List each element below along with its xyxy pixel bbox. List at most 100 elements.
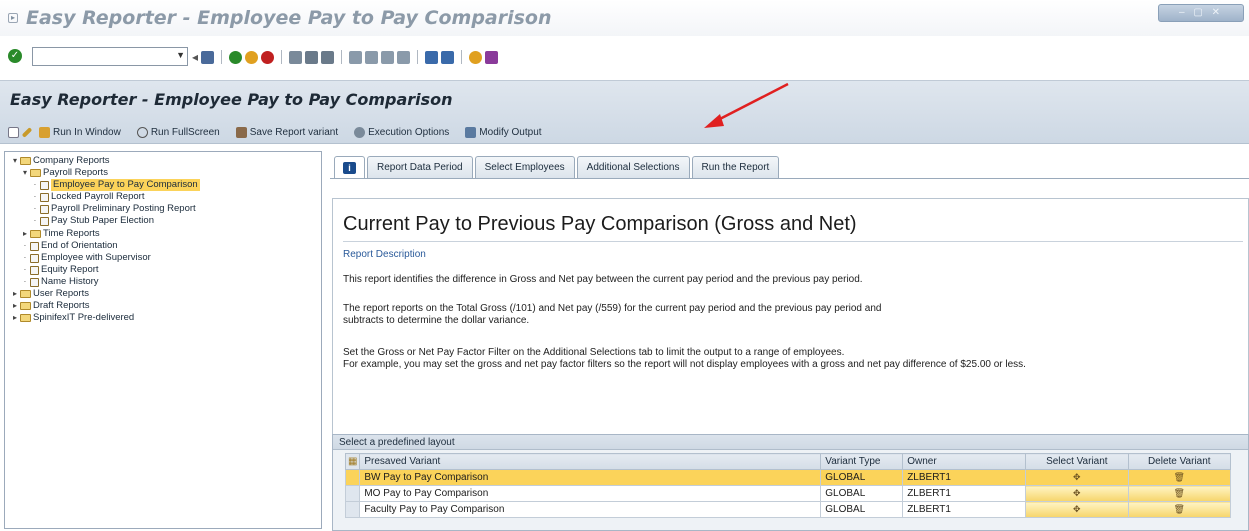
tree-bullet-icon: ·: [23, 241, 27, 250]
table-row[interactable]: Faculty Pay to Pay Comparison GLOBAL ZLB…: [344, 501, 1232, 518]
shortcut-icon[interactable]: [441, 50, 455, 64]
info-icon: i: [343, 161, 356, 174]
select-variant-button[interactable]: ✥: [1025, 469, 1129, 486]
table-row[interactable]: BW Pay to Pay Comparison GLOBAL ZLBERT1 …: [344, 469, 1232, 486]
report-detail-area: i Report Data Period Select Employees Ad…: [324, 151, 1249, 531]
variant-owner: ZLBERT1: [902, 469, 1027, 486]
col-header-owner[interactable]: Owner: [902, 453, 1027, 470]
folder-icon: [20, 302, 31, 310]
tree-report-item[interactable]: · Locked Payroll Report: [31, 191, 145, 203]
layout-menu-icon[interactable]: [485, 50, 499, 64]
delete-variant-button[interactable]: 🗑: [1127, 485, 1232, 502]
tab-run-the-report[interactable]: Run the Report: [691, 156, 780, 178]
col-header-variant-type[interactable]: Variant Type: [820, 453, 904, 470]
row-selector[interactable]: [344, 485, 361, 502]
row-selector[interactable]: [344, 469, 361, 486]
run-fullscreen-label: Run FullScreen: [150, 126, 220, 138]
delete-variant-button[interactable]: 🗑: [1127, 469, 1232, 486]
find-icon[interactable]: [305, 50, 319, 64]
chevron-down-icon[interactable]: ▼: [176, 50, 185, 60]
tree-bullet-icon: ·: [33, 192, 37, 201]
row-selector[interactable]: [344, 501, 361, 518]
report-icon: [40, 204, 49, 214]
find-next-icon[interactable]: [321, 50, 335, 64]
report-info-panel: Current Pay to Previous Pay Comparison (…: [332, 198, 1249, 444]
description-paragraph: For example, you may set the gross and n…: [343, 359, 1026, 370]
save-report-variant-button[interactable]: Save Report variant: [235, 126, 339, 138]
new-icon-button[interactable]: [8, 126, 19, 138]
tree-folder[interactable]: ▸ SpinifexIT Pre-delivered: [11, 312, 134, 324]
folder-icon: [30, 169, 41, 177]
tree-item-label: Employee with Supervisor: [41, 252, 151, 263]
tab-select-employees[interactable]: Select Employees: [474, 156, 575, 178]
expand-right-icon[interactable]: ▸: [11, 312, 19, 324]
back-icon[interactable]: [229, 50, 243, 64]
save-icon[interactable]: [201, 50, 215, 64]
enter-icon[interactable]: ✓: [8, 49, 22, 63]
run-in-window-button[interactable]: Run In Window: [39, 126, 121, 138]
window-menu-icon[interactable]: ▸: [8, 13, 18, 23]
table-row[interactable]: MO Pay to Pay Comparison GLOBAL ZLBERT1 …: [344, 485, 1232, 502]
run-in-window-label: Run In Window: [53, 126, 121, 138]
run-fullscreen-button[interactable]: Run FullScreen: [136, 126, 220, 138]
tree-report-item[interactable]: · Pay Stub Paper Election: [31, 215, 154, 227]
window-controls[interactable]: – ▢ ✕: [1158, 4, 1244, 22]
tree-item-label: SpinifexIT Pre-delivered: [33, 312, 135, 323]
execution-options-button[interactable]: Execution Options: [354, 126, 449, 138]
tree-report-item[interactable]: · Employee with Supervisor: [21, 252, 151, 264]
first-page-icon[interactable]: [349, 50, 363, 64]
tree-report-item[interactable]: · Payroll Preliminary Posting Report: [31, 203, 196, 215]
tree-item-label: Employee Pay to Pay Comparison: [51, 179, 200, 191]
expand-right-icon[interactable]: ▸: [11, 288, 19, 300]
modify-output-icon: [465, 126, 477, 138]
tree-folder[interactable]: ▾ Company Reports: [11, 155, 110, 167]
select-variant-button[interactable]: ✥: [1025, 501, 1129, 518]
tree-folder[interactable]: ▾ Payroll Reports: [21, 167, 108, 179]
report-icon: [30, 253, 39, 263]
command-field[interactable]: ▼: [32, 47, 188, 66]
tree-folder[interactable]: ▸ Draft Reports: [11, 300, 90, 312]
tab-report-data-period[interactable]: Report Data Period: [367, 156, 473, 178]
expand-right-icon[interactable]: ▸: [21, 228, 29, 240]
previous-page-icon[interactable]: [365, 50, 379, 64]
expand-down-icon[interactable]: ▾: [21, 167, 29, 179]
tree-report-item[interactable]: · End of Orientation: [21, 240, 118, 252]
save-report-variant-label: Save Report variant: [249, 126, 339, 138]
system-toolbar: ✓ ▼ ◂: [0, 36, 1249, 80]
variant-name: Faculty Pay to Pay Comparison: [359, 501, 822, 518]
col-header-presaved-variant[interactable]: Presaved Variant: [359, 453, 822, 470]
folder-icon: [30, 230, 41, 238]
tree-item-label: Equity Report: [41, 264, 99, 275]
tree-folder[interactable]: ▸ Time Reports: [21, 228, 100, 240]
back-arrow-icon[interactable]: ◂: [192, 50, 198, 64]
next-page-icon[interactable]: [381, 50, 395, 64]
layout-header: Select a predefined layout: [333, 435, 1248, 450]
folder-icon: [20, 314, 31, 322]
col-header-delete-variant[interactable]: Delete Variant: [1127, 453, 1232, 470]
tree-item-label: Time Reports: [43, 228, 100, 239]
tree-report-item[interactable]: · Equity Report: [21, 264, 99, 276]
report-icon: [40, 216, 49, 226]
tree-item-label: Payroll Reports: [43, 167, 108, 178]
tree-report-item[interactable]: · Name History: [21, 276, 99, 288]
col-header-select-variant[interactable]: Select Variant: [1025, 453, 1129, 470]
last-page-icon[interactable]: [397, 50, 411, 64]
create-session-icon[interactable]: [425, 50, 439, 64]
tree-folder[interactable]: ▸ User Reports: [11, 288, 89, 300]
exit-icon[interactable]: [245, 50, 259, 64]
run-window-icon: [39, 126, 50, 138]
variant-owner: ZLBERT1: [902, 485, 1027, 502]
modify-output-button[interactable]: Modify Output: [465, 126, 542, 138]
help-icon[interactable]: [469, 50, 483, 64]
cancel-icon[interactable]: [261, 50, 275, 64]
tree-report-item[interactable]: · Employee Pay to Pay Comparison: [31, 179, 200, 191]
print-icon[interactable]: [289, 50, 303, 64]
tab-additional-selections[interactable]: Additional Selections: [576, 156, 690, 178]
tree-item-label: Locked Payroll Report: [51, 191, 145, 202]
expand-down-icon[interactable]: ▾: [11, 155, 19, 167]
tab-info[interactable]: i: [334, 156, 365, 178]
expand-right-icon[interactable]: ▸: [11, 300, 19, 312]
delete-variant-button[interactable]: 🗑: [1127, 501, 1232, 518]
edit-icon-button[interactable]: [21, 126, 33, 138]
select-variant-button[interactable]: ✥: [1025, 485, 1129, 502]
